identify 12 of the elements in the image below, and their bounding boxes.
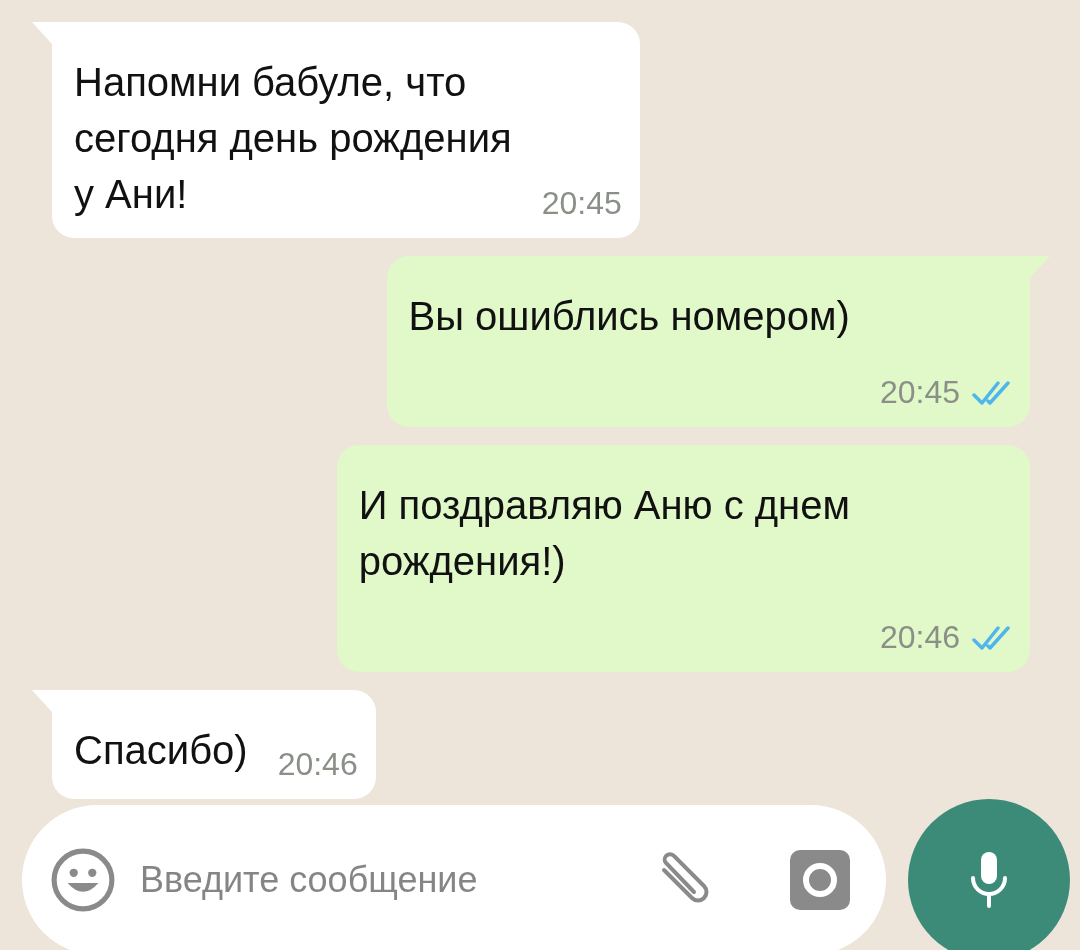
message-time: 20:46 <box>277 746 358 783</box>
message-time: 20:46 <box>879 619 960 656</box>
message-text: Вы ошиблись номером) <box>408 293 850 340</box>
message-text: Спасибо) <box>74 727 248 774</box>
camera-icon[interactable] <box>788 848 852 912</box>
message-input-field[interactable]: Введите сообщение <box>138 858 630 902</box>
smiley-icon[interactable] <box>50 847 116 913</box>
message-text: И поздравляю Аню с днем рождения!) <box>358 482 850 585</box>
microphone-icon <box>969 850 1009 910</box>
message-text: Напомни бабуле, что сегодня день рождения у Ани! <box>74 59 512 218</box>
message-time: 20:45 <box>541 185 622 222</box>
message-time: 20:45 <box>879 374 960 411</box>
